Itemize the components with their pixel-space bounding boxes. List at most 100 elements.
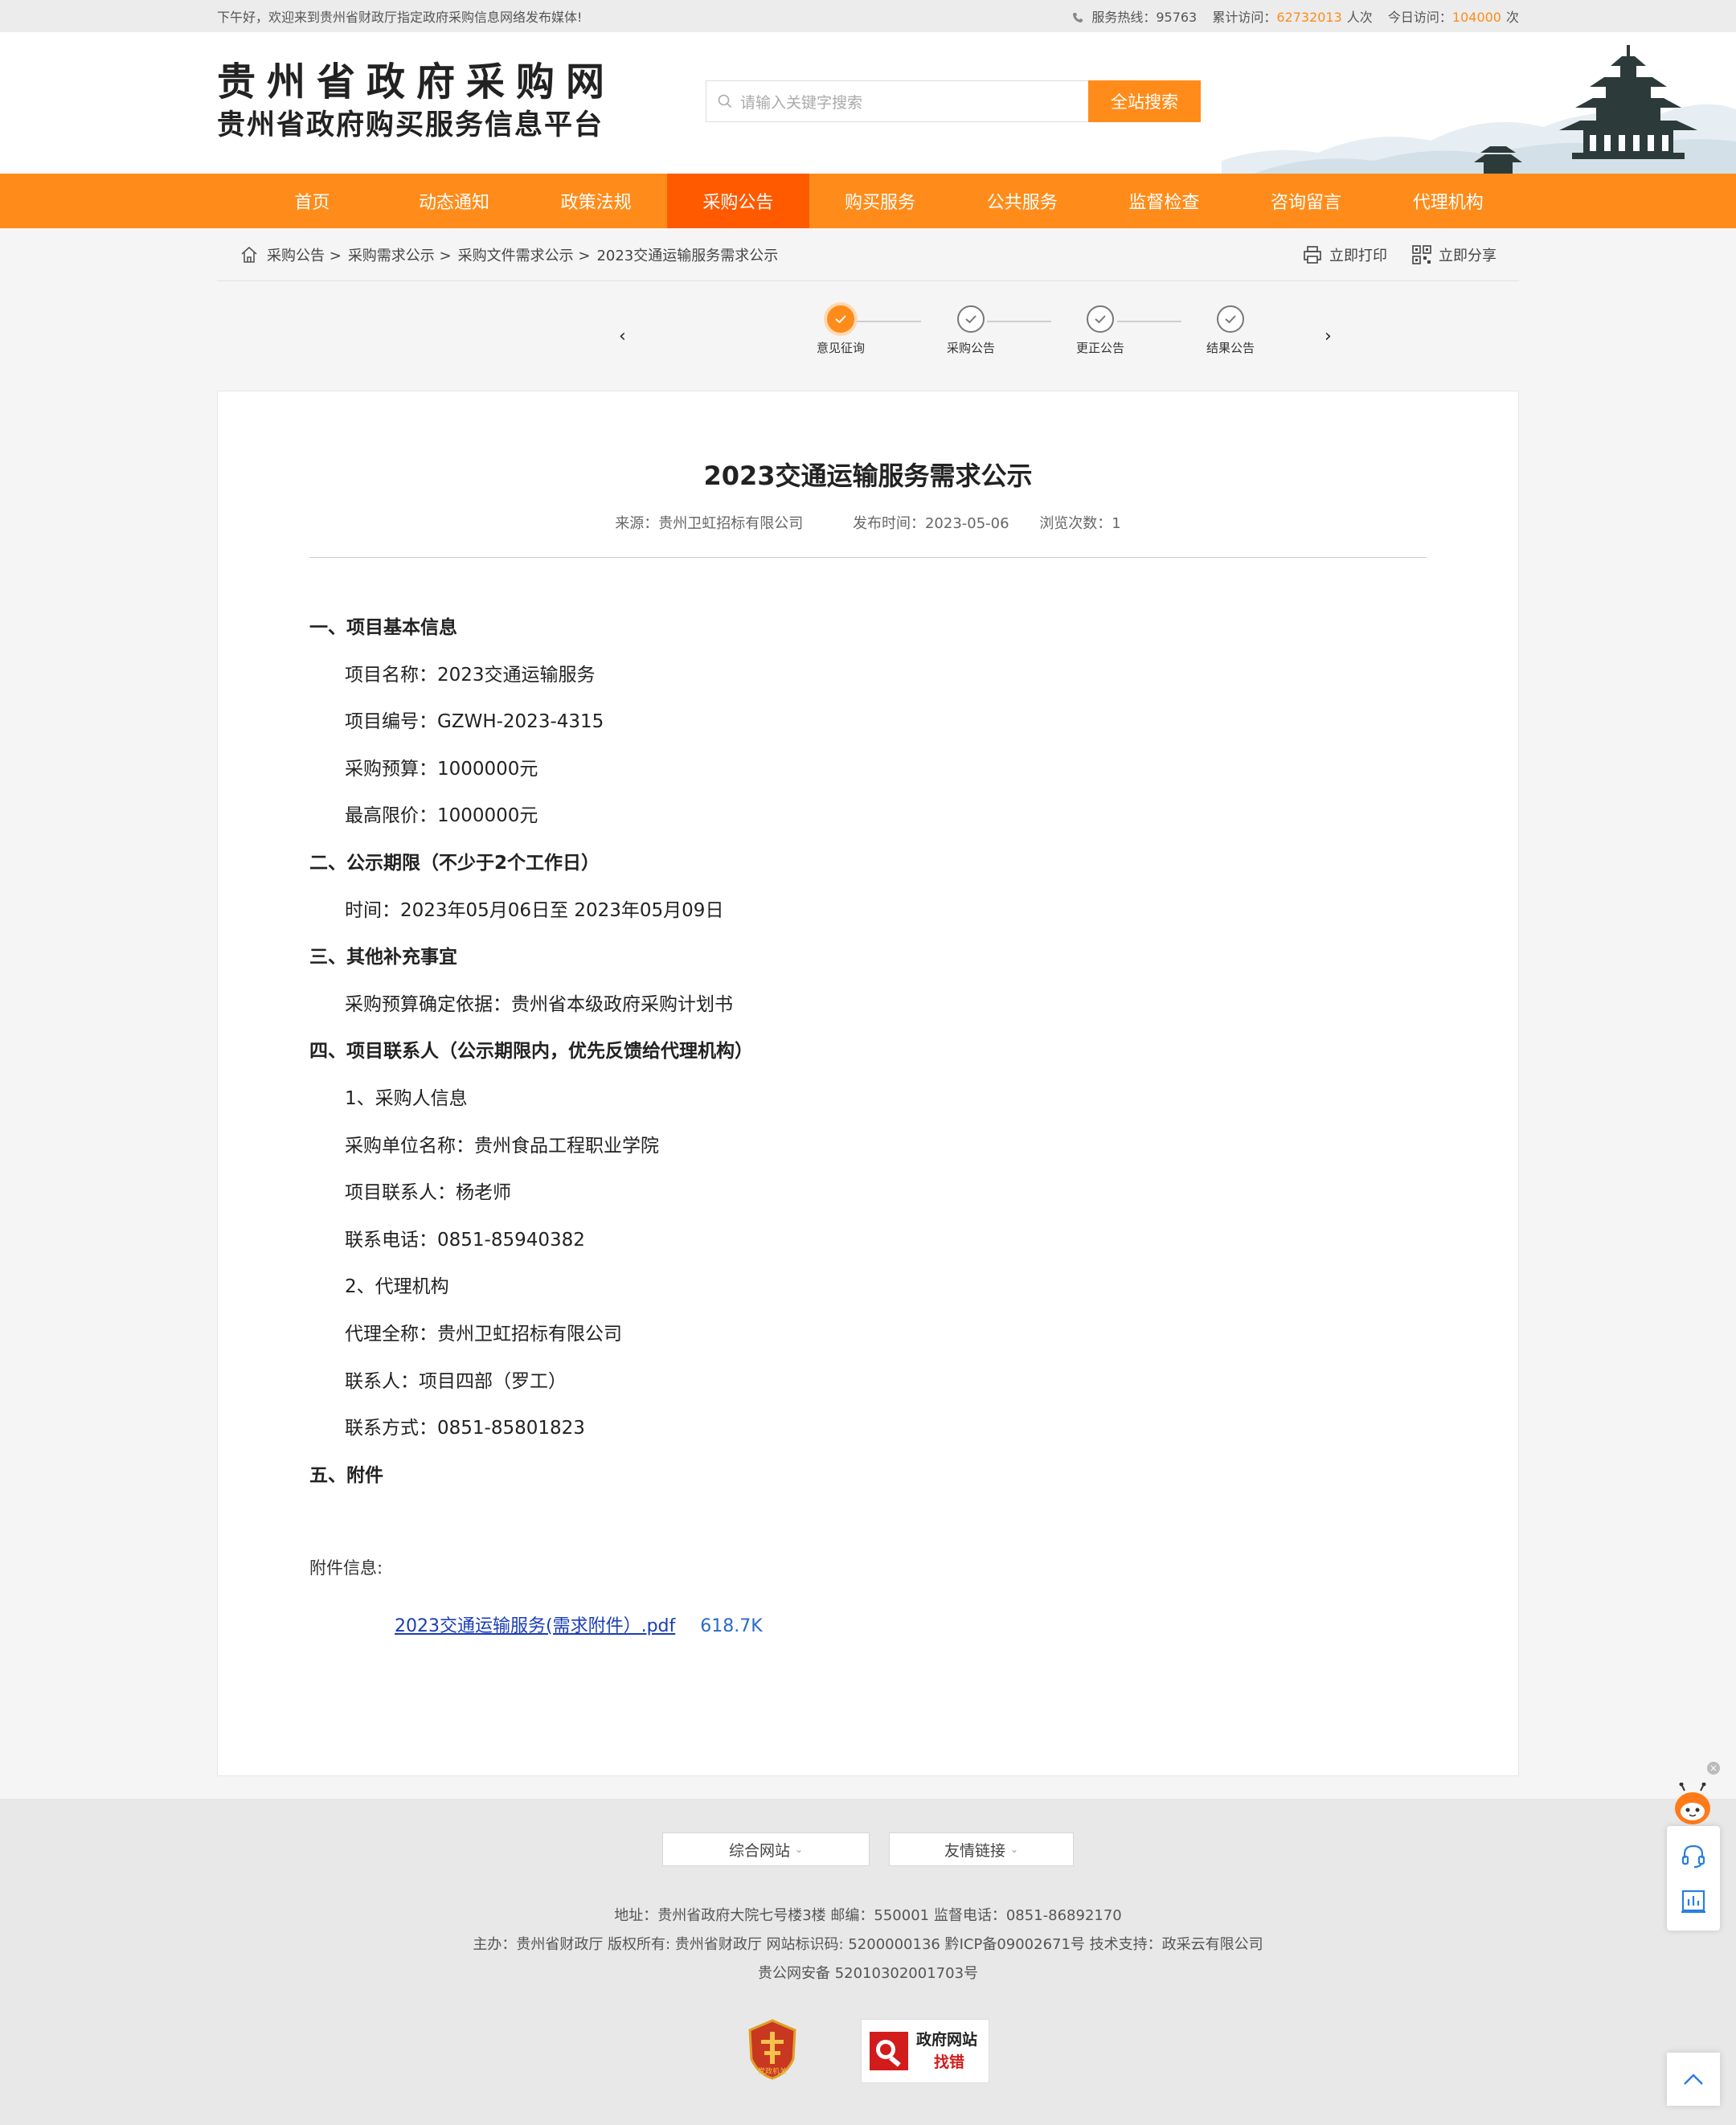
back-to-top-button[interactable] — [1667, 2053, 1720, 2106]
step-consultation[interactable]: 意见征询 — [800, 305, 881, 356]
nav-item-public-service[interactable]: 公共服务 — [951, 174, 1093, 228]
close-icon[interactable]: × — [1707, 1762, 1720, 1775]
step-label: 结果公告 — [1206, 341, 1255, 355]
chevron-right-icon[interactable]: › — [1325, 326, 1332, 346]
article-source: 来源：贵州卫虹招标有限公司 — [615, 515, 804, 532]
chevron-down-icon: ⌄ — [794, 1844, 804, 1855]
nav-item-supervision[interactable]: 监督检查 — [1093, 174, 1235, 228]
headset-icon[interactable] — [1680, 1842, 1707, 1869]
article-panel: 2023交通运输服务需求公示 来源：贵州卫虹招标有限公司 发布时间：2023-0… — [217, 391, 1519, 1776]
dropdown-label: 综合网站 — [728, 1841, 790, 1860]
breadcrumb-item[interactable]: 采购公告 > — [267, 244, 342, 265]
section-heading: 四、项目联系人（公示期限内，优先反馈给代理机构） — [309, 1041, 753, 1062]
total-visits-label: 累计访问： — [1212, 10, 1277, 25]
attachment-size: 618.7K — [700, 1616, 763, 1637]
content-line: 联系电话：0851-85940382 — [345, 1229, 585, 1251]
visit-stats: 服务热线：95763 累计访问：62732013 人次 今日访问：104000 次 — [1072, 6, 1519, 26]
site-footer: 综合网站 ⌄ 友情链接 ⌄ 地址：贵州省政府大院七号楼3楼 邮编：550001 监督… — [0, 1799, 1736, 2125]
friendly-links-dropdown[interactable]: 友情链接 ⌄ — [889, 1832, 1074, 1866]
footer-security-record[interactable]: 贵公网安备 52010302001703号 — [0, 1959, 1736, 1988]
content-line: 联系方式：0851-85801823 — [345, 1418, 585, 1439]
check-icon — [827, 305, 854, 333]
nav-item-agency[interactable]: 代理机构 — [1377, 174, 1519, 228]
share-button[interactable]: 立即分享 — [1411, 244, 1496, 265]
attachment-label: 附件信息: — [309, 1558, 383, 1578]
search-button[interactable]: 全站搜索 — [1088, 80, 1201, 122]
magnifier-icon — [870, 2032, 908, 2070]
content-line: 时间：2023年05月06日至 2023年05月09日 — [345, 899, 724, 921]
article-title: 2023交通运输服务需求公示 — [703, 461, 1033, 491]
content-line: 项目编号：GZWH-2023-4315 — [345, 711, 604, 733]
attachment-row: 2023交通运输服务(需求附件）.pdf 618.7K — [309, 1611, 1427, 1637]
phone-icon — [1073, 13, 1083, 23]
breadcrumb: 采购公告 > 采购需求公示 > 采购文件需求公示 > 2023交通运输服务需求公… — [217, 228, 1519, 281]
step-procurement-notice[interactable]: 采购公告 — [931, 305, 1011, 356]
today-visits-unit: 次 — [1505, 10, 1519, 25]
search-placeholder: 请输入关键字搜索 — [740, 93, 863, 112]
section-heading: 五、附件 — [309, 1464, 383, 1486]
hotline-label: 服务热线： — [1091, 10, 1157, 25]
section-heading: 二、公示期限（不少于2个工作日） — [309, 852, 600, 874]
badge-title: 政府网站 — [916, 2031, 978, 2049]
print-button[interactable]: 立即打印 — [1302, 244, 1387, 265]
today-visits: 104000 — [1451, 10, 1501, 25]
breadcrumb-item[interactable]: 采购文件需求公示 > — [458, 244, 591, 265]
step-label: 采购公告 — [946, 341, 995, 355]
welcome-text: 下午好，欢迎来到贵州省财政厅指定政府采购信息网络发布媒体! — [217, 10, 583, 25]
nav-item-procurement[interactable]: 采购公告 — [667, 174, 809, 228]
article-date: 发布时间：2023-05-06 — [852, 515, 1009, 532]
content-line: 采购单位名称：贵州食品工程职业学院 — [345, 1135, 659, 1157]
check-icon — [1087, 305, 1114, 333]
content-line: 联系人：项目四部（罗工） — [345, 1370, 567, 1392]
logo-subtitle: 贵州省政府购买服务信息平台 — [217, 109, 604, 141]
gov-site-error-report-badge[interactable]: 政府网站 找错 — [861, 2019, 989, 2083]
service-float-panel — [1667, 1826, 1720, 1931]
dropdown-label: 友情链接 — [944, 1841, 1005, 1860]
article-meta: 来源：贵州卫虹招标有限公司 发布时间：2023-05-06 浏览次数：1 — [218, 512, 1518, 533]
site-search: 请输入关键字搜索 全站搜索 — [706, 80, 1201, 122]
printer-icon — [1304, 245, 1321, 264]
step-label: 更正公告 — [1075, 341, 1124, 355]
site-logo[interactable]: 贵州省政府采购网 贵州省政府购买服务信息平台 — [217, 59, 616, 145]
chevron-left-icon[interactable]: ‹ — [619, 326, 626, 346]
search-input[interactable]: 请输入关键字搜索 — [706, 80, 1088, 122]
process-steps: ‹ 意见征询 采购公告 更正公告 结果公告 › — [217, 281, 1519, 391]
mascot-bee-icon[interactable] — [1672, 1783, 1713, 1828]
content-line: 2、代理机构 — [345, 1276, 449, 1298]
content-line: 采购预算：1000000元 — [345, 758, 538, 780]
chevron-up-icon — [1684, 2074, 1703, 2085]
section-heading: 三、其他补充事宜 — [309, 947, 457, 968]
step-label: 意见征询 — [816, 341, 865, 355]
article-views: 浏览次数：1 — [1039, 515, 1121, 532]
nav-item-purchase-service[interactable]: 购买服务 — [809, 174, 952, 228]
step-result-notice[interactable]: 结果公告 — [1190, 305, 1271, 356]
home-icon[interactable] — [240, 245, 259, 264]
nav-item-home[interactable]: 首页 — [241, 174, 383, 228]
svg-text:党政机关: 党政机关 — [758, 2066, 787, 2076]
step-correction-notice[interactable]: 更正公告 — [1060, 305, 1140, 356]
logo-title: 贵州省政府采购网 — [217, 59, 616, 104]
comprehensive-sites-dropdown[interactable]: 综合网站 ⌄ — [662, 1832, 870, 1866]
breadcrumb-item[interactable]: 采购需求公示 > — [348, 244, 452, 265]
section-heading: 一、项目基本信息 — [309, 617, 457, 638]
nav-item-news[interactable]: 动态通知 — [383, 174, 526, 228]
chevron-down-icon: ⌄ — [1009, 1844, 1019, 1855]
nav-item-policy[interactable]: 政策法规 — [525, 174, 667, 228]
total-visits: 62732013 — [1276, 10, 1342, 25]
badge-subtitle: 找错 — [934, 2053, 965, 2071]
content-line: 代理全称：贵州卫虹招标有限公司 — [345, 1323, 622, 1345]
footer-address: 地址：贵州省政府大院七号楼3楼 邮编：550001 监督电话：0851-8689… — [614, 1907, 1122, 1924]
footer-copyright: 主办：贵州省财政厅 版权所有: 贵州省财政厅 网站标识码: 5200000136… — [473, 1936, 1263, 1953]
content-line: 项目联系人：杨老师 — [345, 1182, 511, 1204]
print-label: 立即打印 — [1329, 247, 1387, 264]
hotline-number: 95763 — [1156, 10, 1198, 25]
search-icon — [718, 94, 732, 109]
content-line: 1、采购人信息 — [345, 1087, 468, 1109]
content-line: 最高限价：1000000元 — [345, 805, 538, 827]
nav-item-consult[interactable]: 咨询留言 — [1235, 174, 1378, 228]
content-line: 项目名称：2023交通运输服务 — [345, 664, 596, 686]
attachment-link[interactable]: 2023交通运输服务(需求附件）.pdf — [395, 1616, 675, 1636]
qrcode-icon — [1412, 244, 1431, 264]
party-gov-badge-icon[interactable]: 党政机关 — [747, 2019, 798, 2080]
report-chart-icon[interactable] — [1680, 1888, 1707, 1915]
